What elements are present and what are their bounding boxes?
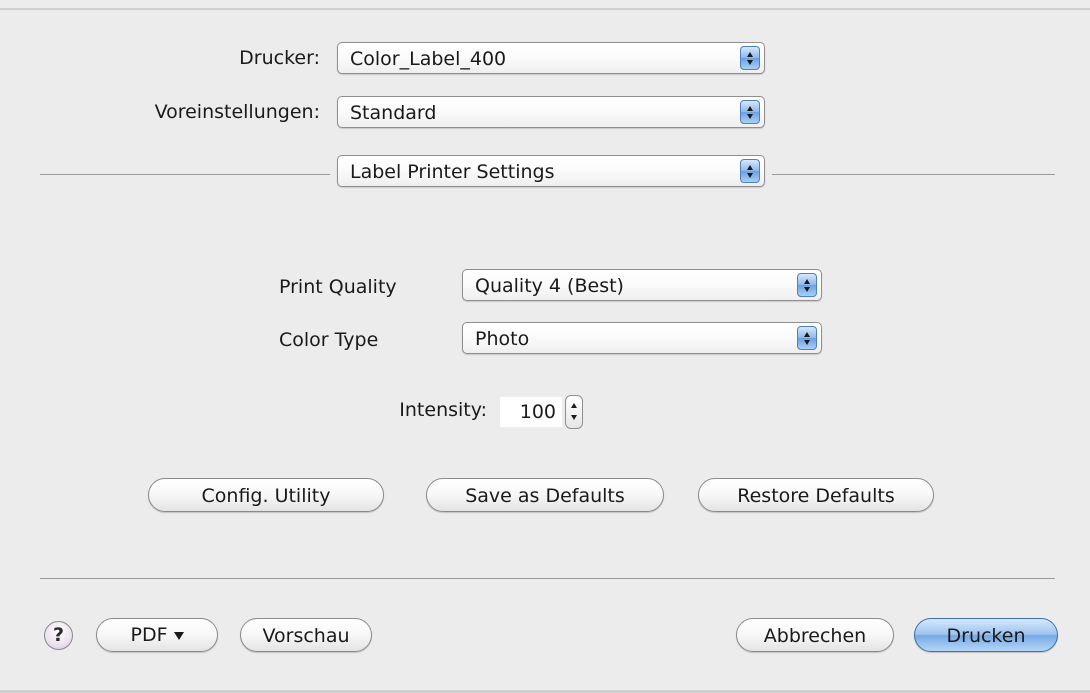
stepper-arrows-icon[interactable] [565,395,583,429]
up-down-arrows-icon [740,159,760,183]
print-quality-value: Quality 4 (Best) [475,275,624,297]
pdf-label: PDF [130,624,168,646]
panel-value: Label Printer Settings [350,161,555,183]
print-button[interactable]: Drucken [914,618,1058,652]
cancel-button[interactable]: Abbrechen [736,618,894,652]
printer-value: Color_Label_400 [350,48,507,70]
color-type-value: Photo [475,328,530,350]
footer-separator [40,578,1055,579]
color-type-popup[interactable]: Photo [462,322,822,354]
intensity-label: Intensity: [399,399,487,421]
presets-popup[interactable]: Standard [337,96,765,128]
print-quality-popup[interactable]: Quality 4 (Best) [462,269,822,301]
up-down-arrows-icon [740,100,760,124]
panel-popup[interactable]: Label Printer Settings [337,155,765,187]
up-down-arrows-icon [797,273,817,297]
presets-value: Standard [350,102,437,124]
config-utility-button[interactable]: Config. Utility [148,478,384,512]
pdf-menu-button[interactable]: PDF [96,618,218,652]
question-mark-icon[interactable]: ? [44,621,73,650]
triangle-down-icon [173,631,184,640]
up-down-arrows-icon [740,46,760,70]
top-divider [0,8,1090,10]
print-quality-label: Print Quality [279,276,397,298]
preview-button[interactable]: Vorschau [240,618,372,652]
separator-left [40,174,330,175]
restore-defaults-button[interactable]: Restore Defaults [698,478,934,512]
up-down-arrows-icon [797,326,817,350]
printer-popup[interactable]: Color_Label_400 [337,42,765,74]
color-type-label: Color Type [279,329,379,351]
presets-label: Voreinstellungen: [154,101,320,123]
printer-label: Drucker: [239,47,320,69]
separator-right [772,174,1055,175]
intensity-field[interactable]: 100 [500,397,562,427]
save-defaults-button[interactable]: Save as Defaults [426,478,664,512]
